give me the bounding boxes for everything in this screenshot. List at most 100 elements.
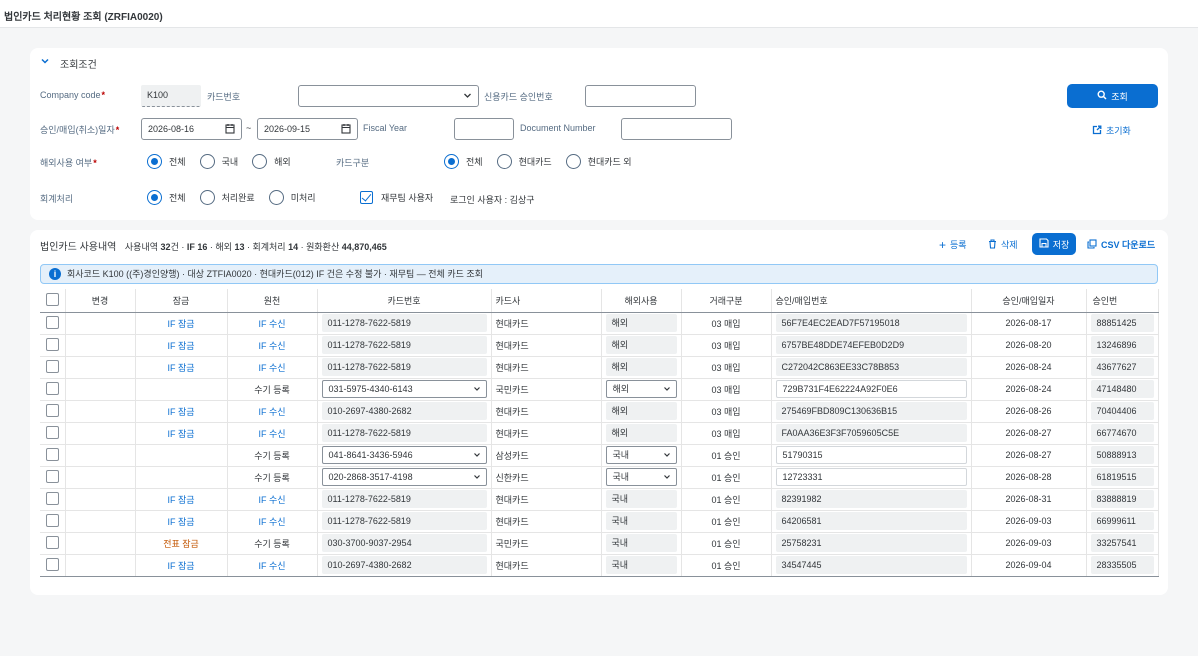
select-all-checkbox[interactable] (45, 292, 59, 306)
filter-panel: 조회조건 Company code* K100 카드번호 신용카드 승인번호 조… (30, 48, 1168, 220)
card-number-select[interactable]: 020-2868-3517-4198 (321, 468, 487, 486)
search-button[interactable]: 조회 (1067, 84, 1158, 108)
save-button[interactable]: 저장 (1032, 233, 1076, 255)
column-header[interactable]: 카드번호 (317, 289, 492, 313)
row-select-cell[interactable] (40, 422, 66, 445)
row-checkbox[interactable] (45, 337, 59, 351)
approval-number-input[interactable]: 51790315 (775, 446, 967, 464)
column-header[interactable]: 승인/매입번호 (771, 289, 972, 313)
row-select-cell[interactable] (40, 312, 66, 335)
table-row[interactable]: 수기 등록 031-5975-4340-6143 국민카드 해외 03 매입 729B73… (40, 378, 1159, 401)
approval-date-cell: 2026-08-27 (971, 444, 1087, 467)
row-checkbox[interactable] (45, 447, 59, 461)
row-checkbox[interactable] (45, 381, 59, 395)
approval-number-input[interactable]: 729B731F4E62224A92F0E6 (775, 380, 967, 398)
row-checkbox[interactable] (45, 491, 59, 505)
card-type-option-all[interactable]: 전체 (444, 154, 483, 169)
table-row[interactable]: 전표 잠금 수기 등록 030-3700-9037-2954 국민카드 국내 01 승인 2… (40, 532, 1159, 555)
row-select-cell[interactable] (40, 378, 66, 401)
row-select-cell[interactable] (40, 532, 66, 555)
date-to-input[interactable]: 2026-09-15 (257, 118, 358, 140)
column-header[interactable]: 거래구분 (681, 289, 772, 313)
document-number-input[interactable] (621, 118, 732, 140)
row-checkbox[interactable] (45, 557, 59, 571)
card-number-select[interactable]: 041-8641-3436-5946 (321, 446, 487, 464)
row-checkbox[interactable] (45, 359, 59, 373)
table-row[interactable]: IF 잠금 IF 수신 011-1278-7622-5819 현대카드 해외 03 매입 5… (40, 312, 1159, 335)
calendar-icon[interactable] (341, 119, 351, 139)
row-checkbox[interactable] (45, 403, 59, 417)
row-checkbox[interactable] (45, 513, 59, 527)
approval-date-cell: 2026-08-24 (971, 378, 1087, 401)
table-row[interactable]: IF 잠금 IF 수신 010-2697-4380-2682 현대카드 해외 03 매입 2… (40, 400, 1159, 423)
collapse-chevron-icon[interactable] (40, 56, 50, 66)
company-code-field: K100 (141, 85, 201, 107)
row-select-cell[interactable] (40, 554, 66, 577)
row-select-cell[interactable] (40, 510, 66, 533)
csv-download-button[interactable]: CSV 다운로드 (1087, 238, 1155, 251)
row-checkbox[interactable] (45, 469, 59, 483)
column-header[interactable]: 원천 (227, 289, 318, 313)
overseas-select[interactable]: 국내 (605, 468, 677, 486)
row-select-cell[interactable] (40, 334, 66, 357)
reset-button[interactable]: 초기화 (1092, 124, 1131, 137)
lock-cell: IF 잠금 (135, 422, 228, 445)
row-checkbox[interactable] (45, 315, 59, 329)
table-row[interactable]: IF 잠금 IF 수신 011-1278-7622-5819 현대카드 해외 03 매입 F… (40, 422, 1159, 445)
column-header[interactable]: 승인/매입일자 (971, 289, 1087, 313)
deal-type-cell: 03 매입 (681, 422, 772, 445)
delete-button[interactable]: 삭제 (988, 238, 1018, 251)
accounting-option-done[interactable]: 처리완료 (199, 190, 255, 205)
finance-user-checkbox[interactable]: 재무팀 사용자 (360, 191, 433, 204)
row-select-cell[interactable] (40, 444, 66, 467)
card-type-option-other[interactable]: 현대카드 외 (565, 154, 632, 169)
card-number-cell: 041-8641-3436-5946 (317, 444, 492, 467)
column-header[interactable]: 변경 (65, 289, 136, 313)
column-header[interactable]: 카드사 (491, 289, 602, 313)
overseas-option-all[interactable]: 전체 (147, 154, 186, 169)
table-row[interactable]: IF 잠금 IF 수신 011-1278-7622-5819 현대카드 국내 01 승인 6… (40, 510, 1159, 533)
lock-cell (135, 444, 228, 467)
overseas-cell: 국내 (601, 554, 682, 577)
card-type-option-hyundai[interactable]: 현대카드 (496, 154, 552, 169)
table-row[interactable]: IF 잠금 IF 수신 011-1278-7622-5819 현대카드 국내 01 승인 8… (40, 488, 1159, 511)
column-header[interactable]: 해외사용 (601, 289, 682, 313)
accounting-option-pending[interactable]: 미처리 (268, 190, 316, 205)
overseas-option-domestic[interactable]: 국내 (199, 154, 238, 169)
card-number-select[interactable]: 031-5975-4340-6143 (321, 380, 487, 398)
accounting-option-all[interactable]: 전체 (147, 190, 186, 205)
row-checkbox[interactable] (45, 535, 59, 549)
table-row[interactable]: IF 잠금 IF 수신 010-2697-4380-2682 현대카드 국내 01 승인 3… (40, 554, 1159, 577)
column-header[interactable]: 승인번 (1086, 289, 1159, 313)
table-row[interactable]: IF 잠금 IF 수신 011-1278-7622-5819 현대카드 해외 03 매입 6… (40, 334, 1159, 357)
approval-number-cell: 51790315 (771, 444, 972, 467)
approval-date-cell: 2026-09-03 (971, 532, 1087, 555)
approval-no-input[interactable] (585, 85, 696, 107)
row-select-cell[interactable] (40, 356, 66, 379)
approval-number-input[interactable]: 12723331 (775, 468, 967, 486)
date-from-input[interactable]: 2026-08-16 (141, 118, 242, 140)
source-cell: IF 수신 (227, 488, 318, 511)
card-company-cell: 현대카드 (491, 510, 602, 533)
fiscal-year-input[interactable] (454, 118, 514, 140)
overseas-select[interactable]: 해외 (605, 380, 677, 398)
card-no-select[interactable] (298, 85, 479, 107)
table-row[interactable]: 수기 등록 041-8641-3436-5946 삼성카드 국내 01 승인 517903… (40, 444, 1159, 467)
table-row[interactable]: 수기 등록 020-2868-3517-4198 신한카드 국내 01 승인 127233… (40, 466, 1159, 489)
finance-user-check-icon[interactable] (360, 191, 373, 204)
row-select-cell[interactable] (40, 400, 66, 423)
overseas-option-overseas[interactable]: 해외 (252, 154, 291, 169)
chevron-down-icon (663, 469, 671, 485)
add-button[interactable]: + 등록 (939, 238, 967, 251)
calendar-icon[interactable] (225, 119, 235, 139)
row-checkbox[interactable] (45, 425, 59, 439)
lock-cell (135, 466, 228, 489)
info-icon: i (49, 268, 61, 280)
overseas-select[interactable]: 국내 (605, 446, 677, 464)
column-header[interactable]: 잠금 (135, 289, 228, 313)
row-select-cell[interactable] (40, 488, 66, 511)
select-all-cell[interactable] (40, 289, 66, 313)
row-select-cell[interactable] (40, 466, 66, 489)
approval-no-field: 70404406 (1090, 402, 1154, 420)
table-row[interactable]: IF 잠금 IF 수신 011-1278-7622-5819 현대카드 해외 03 매입 C… (40, 356, 1159, 379)
